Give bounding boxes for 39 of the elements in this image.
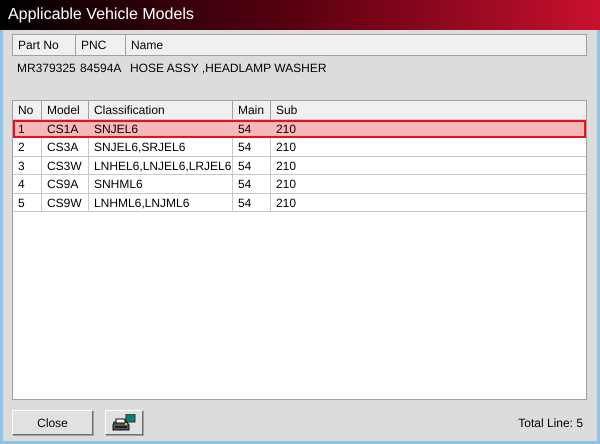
table-cell: LNHML6,LNJML6 <box>89 194 233 211</box>
table-cell: 54 <box>233 138 271 156</box>
table-cell: 4 <box>13 175 42 192</box>
table-cell: CS3W <box>42 156 89 174</box>
total-line-count: Total Line: 5 <box>518 414 584 432</box>
print-button[interactable] <box>105 410 143 435</box>
column-header[interactable]: Classification <box>89 101 233 118</box>
table-cell: 5 <box>13 194 42 211</box>
table-cell: CS9W <box>42 194 89 211</box>
selected-row[interactable]: 1 CS1A SNJEL6 54 210 <box>13 120 586 138</box>
table-cell: 3 <box>13 156 42 174</box>
table-cell: 1 <box>13 120 42 137</box>
table-cell: 54 <box>233 120 271 137</box>
close-button[interactable]: Close <box>12 410 93 435</box>
window-title: Applicable Vehicle Models <box>0 0 600 30</box>
part-field-value: HOSE ASSY ,HEADLAMP WASHER <box>129 60 328 77</box>
column-header[interactable]: Main <box>233 101 271 118</box>
column-header[interactable]: Sub <box>271 101 586 118</box>
table-cell-text: 210 <box>275 194 298 211</box>
table-cell-text: 210 <box>275 139 298 156</box>
table-cell: LNHEL6,LNJEL6,LRJEL6 <box>89 156 233 174</box>
column-header[interactable]: No <box>13 101 42 118</box>
column-header[interactable]: Model <box>42 101 89 118</box>
table-cell-text: 210 <box>275 158 298 174</box>
table-cell: CS1A <box>42 120 89 137</box>
table-cell-text: 210 <box>275 176 298 192</box>
table-cell: SNJEL6 <box>89 120 233 137</box>
table-cell: 2 <box>13 138 42 156</box>
printer-icon <box>112 414 136 432</box>
table-cell: 54 <box>233 194 271 211</box>
part-field-value: MR379325 <box>16 60 75 77</box>
table-cell: 54 <box>233 156 271 174</box>
table-cell: SNJEL6,SRJEL6 <box>89 138 233 156</box>
table-cell: CS9A <box>42 175 89 192</box>
table-cell: 54 <box>233 175 271 192</box>
part-field-value: 84594A <box>79 60 122 77</box>
table-cell-text: 210 <box>275 120 298 137</box>
table-cell: SNHML6 <box>89 175 233 192</box>
table-cell: CS3A <box>42 138 89 156</box>
